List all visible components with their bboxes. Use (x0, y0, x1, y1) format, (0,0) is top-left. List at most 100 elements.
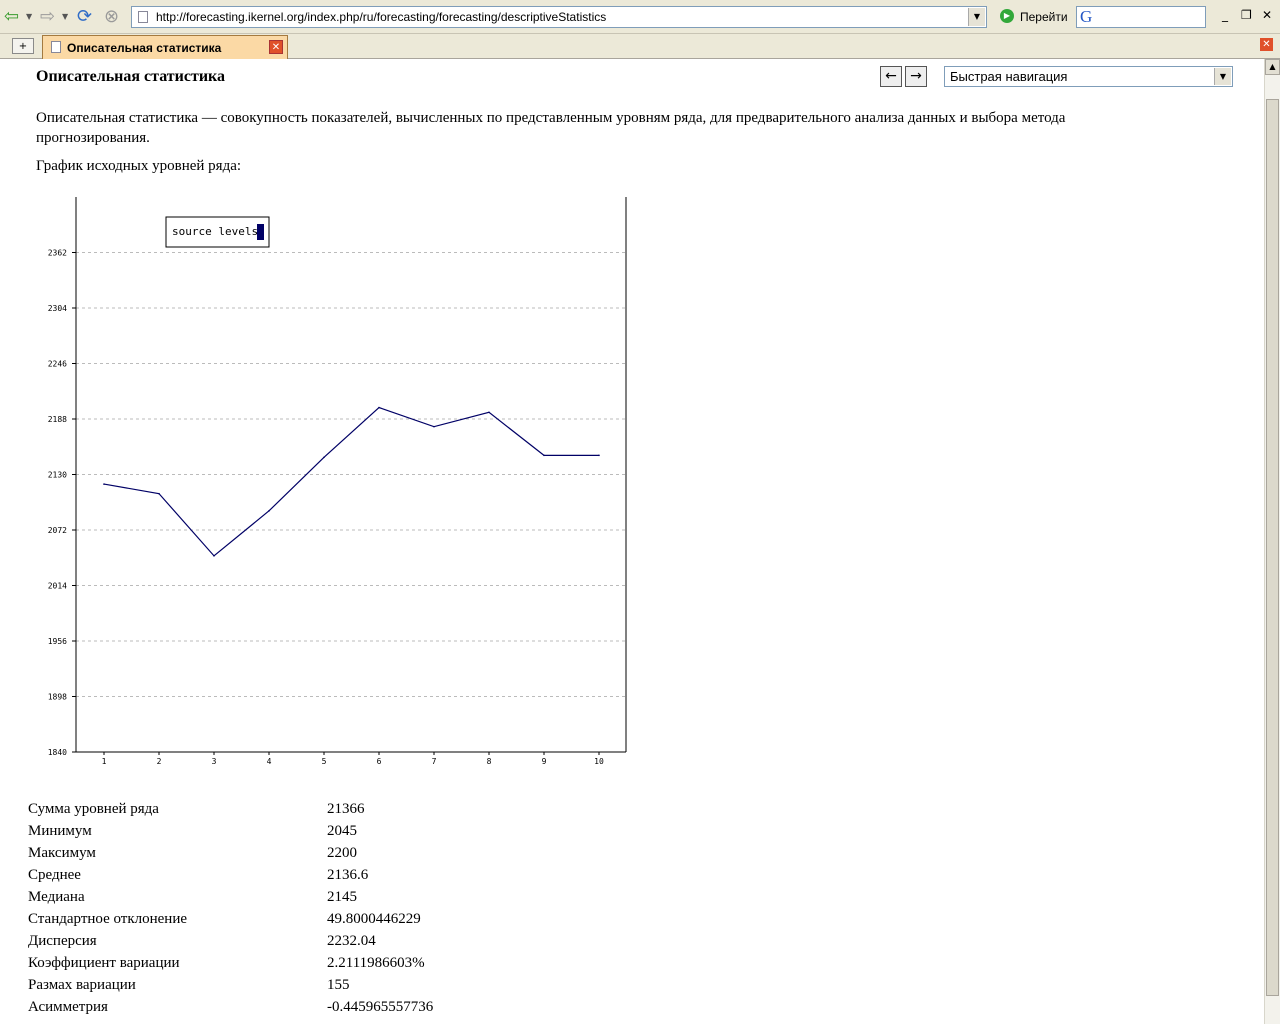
address-url[interactable]: http://forecasting.ikernel.org/index.php… (156, 10, 606, 24)
stat-row: Стандартное отклонение 49.8000446229 (28, 909, 588, 931)
stat-row: Асимметрия -0.445965557736 (28, 997, 588, 1019)
data-point (158, 492, 160, 495)
stat-value: 2.2111986603% (327, 955, 425, 971)
statistics-table: Сумма уровней ряда 21366 Минимум 2045 Максим… (28, 799, 588, 1019)
tab-label: Описательная статистика (67, 41, 222, 55)
stat-value: 2232.04 (327, 933, 376, 949)
minimize-icon[interactable]: _ (1222, 8, 1228, 22)
y-tick-label: 2130 (48, 471, 67, 480)
stat-value: -0.445965557736 (327, 999, 434, 1015)
x-tick-label: 7 (432, 757, 437, 766)
y-tick-label: 2362 (48, 249, 67, 258)
data-point (433, 425, 435, 428)
back-dropdown-icon[interactable]: ▼ (26, 12, 32, 21)
stop-icon[interactable]: ⊗ (104, 6, 119, 28)
stat-label: Среднее (28, 867, 81, 883)
go-button[interactable]: Перейти (1020, 10, 1068, 24)
x-tick-label: 4 (267, 757, 272, 766)
new-tab-icon[interactable]: + (12, 38, 34, 54)
y-tick-label: 1898 (48, 693, 67, 702)
stat-row: Минимум 2045 (28, 821, 588, 843)
x-tick-label: 1 (102, 757, 107, 766)
y-tick-label: 2188 (48, 415, 67, 424)
stat-row: Медиана 2145 (28, 887, 588, 909)
quick-navigation-value: Быстрая навигация (950, 69, 1068, 84)
restore-icon[interactable]: ❐ (1241, 8, 1252, 22)
x-tick-label: 5 (322, 757, 327, 766)
forward-dropdown-icon[interactable]: ▼ (62, 12, 68, 21)
x-tick-label: 6 (377, 757, 382, 766)
next-page-button[interactable]: → (905, 66, 927, 87)
stat-label: Асимметрия (28, 999, 108, 1015)
y-tick-label: 2014 (48, 582, 67, 591)
stat-value: 2145 (327, 889, 357, 905)
stat-row: Сумма уровней ряда 21366 (28, 799, 588, 821)
stat-value: 21366 (327, 801, 365, 817)
y-tick-label: 2304 (48, 304, 67, 313)
go-icon[interactable]: ▶ (1000, 9, 1014, 23)
stat-row: Размах вариации 155 (28, 975, 588, 997)
tab-close-icon[interactable]: ✕ (269, 40, 283, 54)
data-point (378, 406, 380, 409)
address-bar[interactable]: http://forecasting.ikernel.org/index.php… (131, 6, 987, 28)
vertical-scrollbar[interactable]: ▲ (1264, 59, 1280, 1024)
y-tick-label: 2246 (48, 360, 67, 369)
stat-label: Размах вариации (28, 977, 136, 993)
y-tick-label: 1956 (48, 637, 67, 646)
tab-descriptive-statistics[interactable]: Описательная статистика ✕ (42, 35, 288, 59)
stat-label: Сумма уровней ряда (28, 801, 159, 817)
data-point (598, 454, 600, 457)
back-icon[interactable]: ⇦ (4, 6, 19, 28)
close-window-icon[interactable]: ✕ (1262, 8, 1272, 22)
stat-label: Минимум (28, 823, 92, 839)
close-all-tabs-icon[interactable]: ✕ (1260, 38, 1273, 51)
y-tick-label: 1840 (48, 748, 67, 757)
stat-value: 49.8000446229 (327, 911, 421, 927)
data-point (488, 411, 490, 414)
legend-swatch (257, 224, 264, 240)
data-point (103, 483, 105, 485)
scroll-thumb[interactable] (1266, 99, 1279, 996)
data-point (543, 454, 545, 457)
description-text: Описательная статистика — совокупность п… (36, 110, 1066, 146)
series-line-source-levels (103, 406, 599, 557)
x-tick-label: 2 (157, 757, 162, 766)
y-tick-label: 2072 (48, 526, 67, 535)
refresh-icon[interactable]: ⟳ (77, 6, 92, 28)
legend-label: source levels (172, 225, 258, 238)
forward-icon[interactable]: ⇨ (40, 6, 55, 28)
tab-page-icon (51, 41, 61, 53)
address-dropdown-icon[interactable]: ▼ (968, 8, 985, 26)
page-content: Описательная статистика ← → Быстрая нави… (0, 59, 1264, 1024)
source-levels-chart: 1840189819562014207221302188224623042362… (48, 197, 627, 766)
x-tick-label: 8 (487, 757, 492, 766)
data-point (323, 456, 325, 459)
chart-caption: График исходных уровней ряда: (36, 158, 242, 174)
stat-label: Стандартное отклонение (28, 911, 188, 927)
stat-row: Дисперсия 2232.04 (28, 931, 588, 953)
stat-row: Максимум 2200 (28, 843, 588, 865)
stat-row: Среднее 2136.6 (28, 865, 588, 887)
x-tick-label: 10 (594, 757, 604, 766)
stat-label: Дисперсия (28, 933, 97, 949)
x-tick-label: 9 (542, 757, 547, 766)
quick-navigation-dropdown-icon[interactable]: ▼ (1214, 68, 1231, 85)
stat-label: Максимум (28, 845, 96, 861)
data-point (268, 510, 270, 512)
page-title: Описательная статистика (36, 68, 226, 85)
page-icon (138, 11, 148, 23)
chart-legend: source levels (165, 216, 270, 248)
google-logo-icon: G (1080, 7, 1093, 26)
stat-value: 155 (327, 977, 350, 993)
x-tick-label: 3 (212, 757, 217, 766)
browser-toolbar: ⇦ ▼ ⇨ ▼ ⟳ ⊗ http://forecasting.ikernel.o… (0, 0, 1280, 34)
stat-value: 2045 (327, 823, 357, 839)
data-point (213, 555, 215, 557)
search-box[interactable]: G (1076, 6, 1206, 28)
stat-row: Коэффициент вариации 2.2111986603% (28, 953, 588, 975)
scroll-up-icon[interactable]: ▲ (1265, 59, 1280, 75)
stat-value: 2136.6 (327, 867, 369, 883)
quick-navigation-select[interactable]: Быстрая навигация ▼ (944, 66, 1233, 87)
prev-page-button[interactable]: ← (880, 66, 902, 87)
stat-value: 2200 (327, 845, 357, 861)
